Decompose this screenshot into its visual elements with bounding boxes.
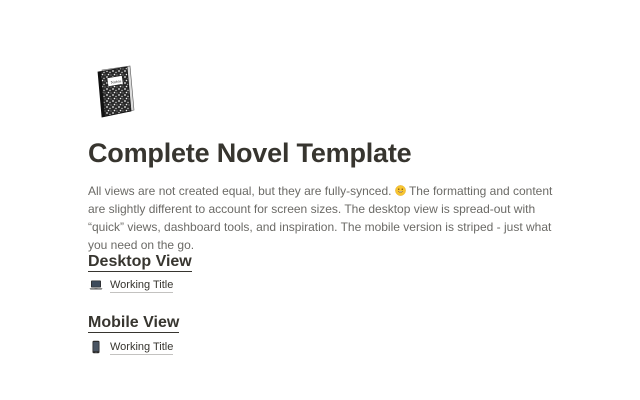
mobile-phone-icon	[92, 340, 100, 354]
page-content: Notes Complete Novel Template All views …	[88, 0, 568, 400]
page-link-label: Working Title	[110, 340, 174, 355]
intro-text-part1: All views are not created equal, but the…	[88, 184, 395, 198]
grinning-face-icon	[395, 185, 406, 196]
section-heading-mobile-view[interactable]: Mobile View	[88, 314, 180, 333]
section-heading-desktop-view[interactable]: Desktop View	[88, 253, 192, 272]
page-title[interactable]: Complete Novel Template	[88, 138, 412, 169]
page-link-desktop-working-title[interactable]: Working Title	[89, 276, 174, 294]
laptop-icon	[89, 280, 103, 290]
composition-notebook-icon[interactable]: Notes	[94, 64, 136, 120]
page-link-label: Working Title	[110, 278, 174, 293]
intro-paragraph[interactable]: All views are not created equal, but the…	[88, 182, 564, 254]
page-link-mobile-working-title[interactable]: Working Title	[89, 338, 174, 356]
